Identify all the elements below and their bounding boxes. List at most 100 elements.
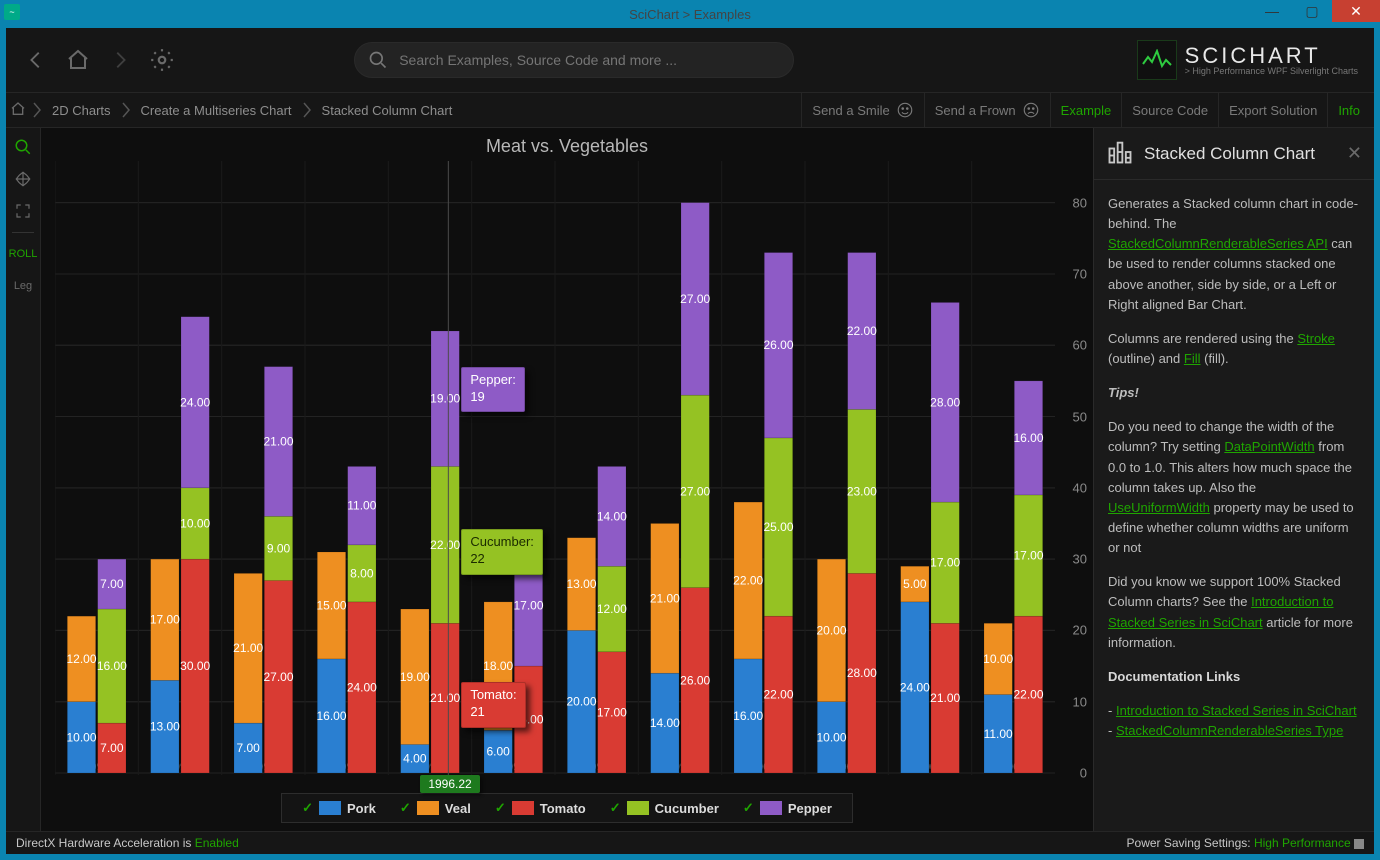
link-stroke[interactable]: Stroke: [1297, 331, 1335, 346]
legend-check-icon: ✓: [495, 800, 506, 816]
svg-text:19.00: 19.00: [400, 670, 430, 684]
svg-text:14.00: 14.00: [597, 509, 627, 523]
legend-item[interactable]: ✓Pepper: [733, 800, 842, 816]
chart-legend: ✓Pork✓Veal✓Tomato✓Cucumber✓Pepper: [281, 793, 853, 823]
minimize-button[interactable]: —: [1252, 0, 1292, 22]
y-tick-label: 80: [1073, 195, 1087, 210]
svg-text:22.00: 22.00: [763, 688, 793, 702]
svg-text:16.00: 16.00: [316, 709, 346, 723]
nav-home-icon[interactable]: [64, 46, 92, 74]
brand-logo[interactable]: SCICHART > High Performance WPF Silverli…: [1137, 40, 1358, 80]
titlebar[interactable]: ~ SciChart > Examples — ▢ ✕: [0, 0, 1380, 28]
svg-text:24.00: 24.00: [180, 395, 210, 409]
tab-source-code[interactable]: Source Code: [1121, 93, 1218, 127]
chart-area[interactable]: Meat vs. Vegetables 10.00 12.00 7.00 16.00 7…: [41, 128, 1093, 831]
nav-forward-icon: [106, 46, 134, 74]
svg-text:14.00: 14.00: [650, 716, 680, 730]
y-tick-label: 10: [1073, 694, 1087, 709]
maximize-button[interactable]: ▢: [1292, 0, 1332, 22]
breadcrumb: 2D Charts Create a Multiseries Chart Sta…: [10, 101, 460, 120]
svg-text:20.00: 20.00: [816, 623, 846, 637]
chart-title: Meat vs. Vegetables: [41, 128, 1093, 161]
svg-text:21.00: 21.00: [263, 434, 293, 448]
legend-check-icon: ✓: [302, 800, 313, 816]
breadcrumb-item[interactable]: Stacked Column Chart: [314, 103, 461, 118]
svg-text:5.00: 5.00: [903, 577, 927, 591]
y-tick-label: 60: [1073, 338, 1087, 353]
link-datapointwidth[interactable]: DataPointWidth: [1224, 439, 1314, 454]
tab-example[interactable]: Example: [1050, 93, 1122, 127]
frown-icon: [1022, 101, 1040, 119]
smile-icon: [896, 101, 914, 119]
logo-mark-icon: [1137, 40, 1177, 80]
search-icon: [368, 50, 388, 73]
stacked-chart-icon: [1106, 138, 1134, 169]
panel-title: Stacked Column Chart: [1144, 144, 1337, 164]
y-tick-label: 20: [1073, 623, 1087, 638]
svg-text:17.00: 17.00: [1013, 549, 1043, 563]
rollover-toggle[interactable]: ROLL: [9, 241, 37, 267]
link-api[interactable]: StackedColumnRenderableSeries API: [1108, 236, 1328, 251]
svg-text:25.00: 25.00: [763, 520, 793, 534]
breadcrumb-item[interactable]: Create a Multiseries Chart: [133, 103, 300, 118]
app-window: ~ SciChart > Examples — ▢ ✕: [0, 0, 1380, 860]
legend-label: Pork: [347, 801, 376, 816]
svg-text:7.00: 7.00: [100, 741, 124, 755]
y-tick-label: 70: [1073, 266, 1087, 281]
svg-text:28.00: 28.00: [930, 395, 960, 409]
legend-swatch: [417, 801, 439, 815]
settings-icon[interactable]: [148, 46, 176, 74]
pan-tool[interactable]: [9, 166, 37, 192]
cursor-x-badge: 1996.22: [420, 775, 479, 793]
svg-text:19.00: 19.00: [430, 392, 460, 406]
app-icon: ~: [4, 4, 20, 20]
svg-text:17.00: 17.00: [930, 556, 960, 570]
chart-toolbar: ROLL Leg: [6, 128, 41, 831]
nav-back-icon[interactable]: [22, 46, 50, 74]
svg-text:30.00: 30.00: [180, 659, 210, 673]
svg-text:22.00: 22.00: [430, 538, 460, 552]
zoom-tool[interactable]: [9, 134, 37, 160]
tab-export-solution[interactable]: Export Solution: [1218, 93, 1327, 127]
zoom-extents-tool[interactable]: [9, 198, 37, 224]
svg-text:16.00: 16.00: [1013, 431, 1043, 445]
legend-swatch: [319, 801, 341, 815]
panel-close-icon[interactable]: ✕: [1347, 143, 1362, 164]
legend-item[interactable]: ✓Cucumber: [600, 800, 729, 816]
doc-link-2[interactable]: StackedColumnRenderableSeries Type: [1116, 723, 1343, 738]
chart-plot[interactable]: 10.0012.007.0016.007.0013.0017.0030.0010…: [55, 161, 1055, 775]
send-smile-button[interactable]: Send a Smile: [801, 93, 923, 127]
svg-text:11.00: 11.00: [984, 727, 1013, 741]
legend-swatch: [512, 801, 534, 815]
svg-text:21.00: 21.00: [650, 591, 680, 605]
svg-text:18.00: 18.00: [483, 659, 513, 673]
legend-toggle[interactable]: Leg: [9, 273, 37, 299]
svg-text:26.00: 26.00: [763, 338, 793, 352]
window-title: SciChart > Examples: [629, 7, 751, 22]
tooltip-tomato: Tomato: 21: [461, 682, 525, 728]
svg-text:21.00: 21.00: [930, 691, 960, 705]
svg-text:12.00: 12.00: [66, 652, 96, 666]
svg-text:4.00: 4.00: [403, 752, 427, 766]
link-useuniformwidth[interactable]: UseUniformWidth: [1108, 500, 1210, 515]
legend-item[interactable]: ✓Veal: [390, 800, 481, 816]
legend-label: Pepper: [788, 801, 832, 816]
status-bar: DirectX Hardware Acceleration is Enabled…: [6, 831, 1374, 854]
doc-link-1[interactable]: Introduction to Stacked Series in SciCha…: [1116, 703, 1357, 718]
svg-text:6.00: 6.00: [486, 745, 510, 759]
svg-text:7.00: 7.00: [236, 741, 260, 755]
svg-text:20.00: 20.00: [566, 695, 596, 709]
tab-info[interactable]: Info: [1327, 93, 1370, 127]
legend-item[interactable]: ✓Tomato: [485, 800, 596, 816]
link-fill[interactable]: Fill: [1184, 351, 1201, 366]
legend-item[interactable]: ✓ Pork: [292, 800, 386, 816]
close-button[interactable]: ✕: [1332, 0, 1380, 22]
breadcrumb-home-icon[interactable]: [10, 101, 26, 120]
svg-text:22.00: 22.00: [1013, 688, 1043, 702]
send-frown-button[interactable]: Send a Frown: [924, 93, 1050, 127]
search-input[interactable]: [354, 42, 794, 78]
legend-check-icon: ✓: [400, 800, 411, 816]
svg-text:10.00: 10.00: [66, 730, 96, 744]
y-tick-label: 50: [1073, 409, 1087, 424]
breadcrumb-item[interactable]: 2D Charts: [44, 103, 119, 118]
